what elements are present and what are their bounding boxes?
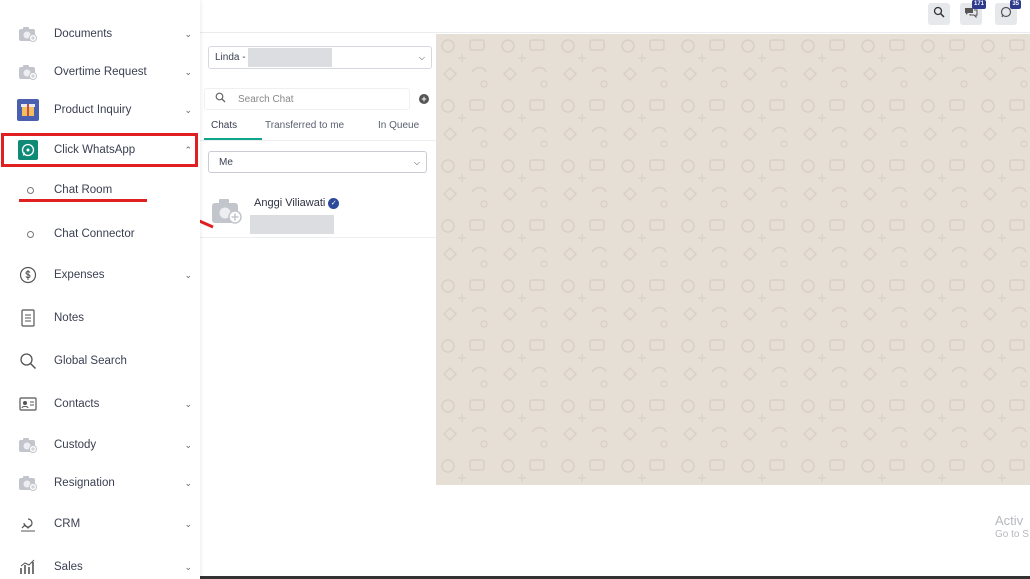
camera-placeholder-icon — [16, 60, 40, 84]
camera-placeholder-icon — [16, 22, 40, 46]
sidebar-item-crm[interactable]: CRM ⌄ — [0, 512, 200, 536]
chevron-down-icon: ⌄ — [184, 269, 192, 280]
sidebar-item-label: Expenses — [54, 269, 105, 281]
whatsapp-doodle-wallpaper — [436, 34, 1030, 485]
agent-select-value: Linda - — [215, 52, 246, 63]
chat-list-panel: Linda - ⌵ Search Chat + Chats Transferre… — [200, 34, 436, 579]
sidebar-item-product-inquiry[interactable]: Product Inquiry ⌄ — [0, 98, 200, 122]
sidebar-item-label: Global Search — [54, 355, 127, 367]
sidebar-item-label: Chat Room — [54, 184, 113, 196]
sidebar-item-label: Documents — [54, 28, 113, 40]
sidebar-subitem-chat-room[interactable]: Chat Room — [0, 180, 200, 200]
sidebar-item-global-search[interactable]: Global Search — [0, 349, 200, 373]
money-icon — [16, 263, 40, 287]
watermark-line2: Go to S — [995, 529, 1029, 540]
chat-list-item[interactable]: Anggi Viliawati ✓ — [200, 189, 436, 238]
crm-icon — [16, 512, 40, 536]
sidebar-item-label: Chat Connector — [54, 228, 135, 240]
chat-count-badge: 171 — [971, 0, 986, 9]
sidebar-item-label: Overtime Request — [54, 66, 147, 78]
add-chat-icon[interactable]: + — [419, 94, 429, 104]
chevron-down-icon: ⌄ — [184, 398, 192, 409]
sidebar-item-label: Product Inquiry — [54, 104, 132, 116]
camera-placeholder-icon — [16, 433, 40, 457]
sidebar: Documents ⌄ Overtime Request ⌄ Product I… — [0, 0, 200, 579]
product-inquiry-icon — [16, 98, 40, 122]
search-icon — [933, 5, 945, 23]
search-icon — [16, 349, 40, 373]
sidebar-item-notes[interactable]: Notes — [0, 306, 200, 330]
search-icon — [215, 92, 226, 106]
top-bar: 171 35 — [200, 0, 1030, 33]
sales-chart-icon — [16, 555, 40, 579]
sidebar-item-label: Contacts — [54, 398, 100, 410]
chevron-down-icon: ⌄ — [184, 561, 192, 572]
chevron-down-icon: ⌄ — [184, 66, 192, 77]
app: Documents ⌄ Overtime Request ⌄ Product I… — [0, 0, 1030, 579]
underline-annotation — [19, 199, 147, 202]
chevron-down-icon: ⌵ — [418, 53, 425, 62]
circle-bullet-icon — [27, 230, 34, 238]
whatsapp-notifications-button[interactable]: 35 — [995, 0, 1021, 25]
sidebar-item-custody[interactable]: Custody ⌄ — [0, 433, 200, 457]
contact-name-text: Anggi Viliawati — [254, 197, 326, 209]
camera-placeholder-icon — [16, 471, 40, 495]
chevron-down-icon: ⌄ — [184, 518, 192, 529]
verified-check-icon: ✓ — [328, 197, 340, 209]
tab-in-queue[interactable]: In Queue — [378, 120, 419, 131]
chat-notifications-button[interactable]: 171 — [960, 0, 986, 25]
chevron-down-icon: ⌄ — [184, 477, 192, 488]
sidebar-item-overtime-request[interactable]: Overtime Request ⌄ — [0, 60, 200, 84]
tab-transferred-to-me[interactable]: Transferred to me — [265, 120, 344, 131]
contacts-card-icon — [16, 392, 40, 416]
sidebar-item-label: Notes — [54, 312, 85, 324]
agent-select[interactable]: Linda - ⌵ — [208, 46, 432, 69]
sidebar-item-contacts[interactable]: Contacts ⌄ — [0, 392, 200, 416]
contact-name: Anggi Viliawati ✓ — [254, 197, 340, 209]
search-button[interactable] — [928, 3, 950, 25]
chevron-down-icon: ⌄ — [184, 104, 192, 115]
activation-watermark: Activ Go to S — [995, 514, 1029, 542]
circle-bullet-icon — [27, 186, 34, 194]
sidebar-item-label: CRM — [54, 518, 81, 530]
assignee-filter-value: Me — [219, 156, 233, 168]
watermark-line1: Activ — [995, 513, 1024, 528]
sidebar-item-resignation[interactable]: Resignation ⌄ — [0, 471, 200, 495]
redacted-block — [247, 48, 332, 67]
search-placeholder: Search Chat — [238, 93, 294, 105]
tabs-divider — [200, 140, 436, 141]
chat-conversation-area — [436, 34, 1030, 485]
whatsapp-count-badge: 35 — [1010, 0, 1021, 9]
assignee-filter-select[interactable]: Me ⌵ — [208, 151, 427, 173]
chevron-down-icon: ⌄ — [184, 439, 192, 450]
sidebar-item-expenses[interactable]: Expenses ⌄ — [0, 263, 200, 287]
chevron-down-icon: ⌄ — [184, 28, 192, 39]
sidebar-item-label: Custody — [54, 439, 97, 451]
sidebar-item-label: Sales — [54, 561, 83, 573]
notes-icon — [16, 306, 40, 330]
redacted-block — [250, 215, 334, 234]
tab-chats[interactable]: Chats — [211, 120, 237, 131]
sidebar-item-label: Resignation — [54, 477, 115, 489]
search-chat-input[interactable]: Search Chat — [204, 88, 410, 110]
chevron-down-icon: ⌵ — [413, 158, 420, 167]
highlight-annotation-box — [1, 133, 198, 167]
sidebar-subitem-chat-connector[interactable]: Chat Connector — [0, 224, 200, 244]
sidebar-item-sales[interactable]: Sales ⌄ — [0, 555, 200, 579]
sidebar-item-documents[interactable]: Documents ⌄ — [0, 22, 200, 46]
